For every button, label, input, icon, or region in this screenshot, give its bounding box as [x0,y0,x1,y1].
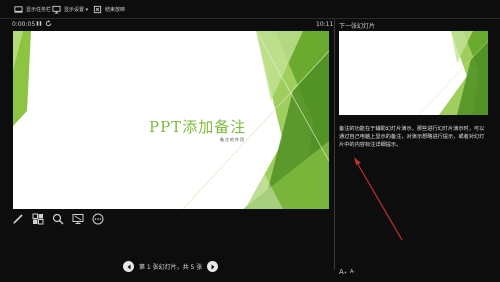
more-options-button[interactable] [91,213,104,226]
pane-divider[interactable] [334,20,335,270]
slide-counter[interactable]: 第 1 张幻灯片，共 5 张 [139,262,202,271]
pen-icon [12,214,23,224]
previous-slide-button[interactable] [123,261,134,272]
screen-icon [72,214,83,224]
pen-tool-button[interactable] [11,213,24,226]
next-slide-button[interactable] [207,261,219,272]
display-settings-button[interactable]: 显示设置 ▾ [52,4,88,14]
black-screen-button[interactable] [71,213,84,226]
presenter-toolbar: 显示任务栏 显示设置 ▾ 结束放映 [0,0,500,18]
pause-icon [36,21,42,26]
show-taskbar-label: 显示任务栏 [26,6,52,13]
end-show-label: 结束放映 [105,6,126,13]
speaker-notes[interactable]: 备注的功能在于辅助幻灯片演示，那些进行幻灯片演示时，可以通过自己电脑上显示的备注… [339,125,489,149]
toolbar-divider [0,18,500,19]
zoom-button[interactable] [51,213,64,226]
see-all-slides-button[interactable] [31,213,44,226]
chevron-left-icon [127,264,130,269]
end-show-icon [93,5,102,13]
reset-timer-button[interactable] [45,20,52,29]
display-settings-label: 显示设置 ▾ [64,6,89,13]
decrease-font-button[interactable]: A- [350,268,355,275]
more-icon [92,213,103,225]
increase-font-button[interactable]: A+ [339,268,347,276]
elapsed-timer: 0:00:05 [12,21,36,28]
slides-grid-icon [32,213,43,225]
slide-title: PPT添加备注 [149,118,247,136]
next-slide-preview[interactable] [339,31,488,115]
slide-subtitle: 备注的作用 [220,137,245,142]
taskbar-icon [14,5,23,13]
clock: 10:11 [316,21,334,28]
monitor-icon [52,5,61,14]
end-show-button[interactable]: 结束放映 [93,4,125,14]
pause-timer-button[interactable] [36,20,42,29]
show-taskbar-button[interactable]: 显示任务栏 [14,4,51,14]
current-slide[interactable]: PPT添加备注 备注的作用 [13,31,329,209]
slide-navigation: 第 1 张幻灯片，共 5 张 [123,261,219,272]
next-slide-decoration [418,31,488,115]
reset-icon [45,20,52,27]
next-slide-label: 下一张幻灯片 [339,23,376,30]
chevron-right-icon [211,264,215,269]
slide-tools [11,212,104,226]
zoom-icon [52,213,63,225]
